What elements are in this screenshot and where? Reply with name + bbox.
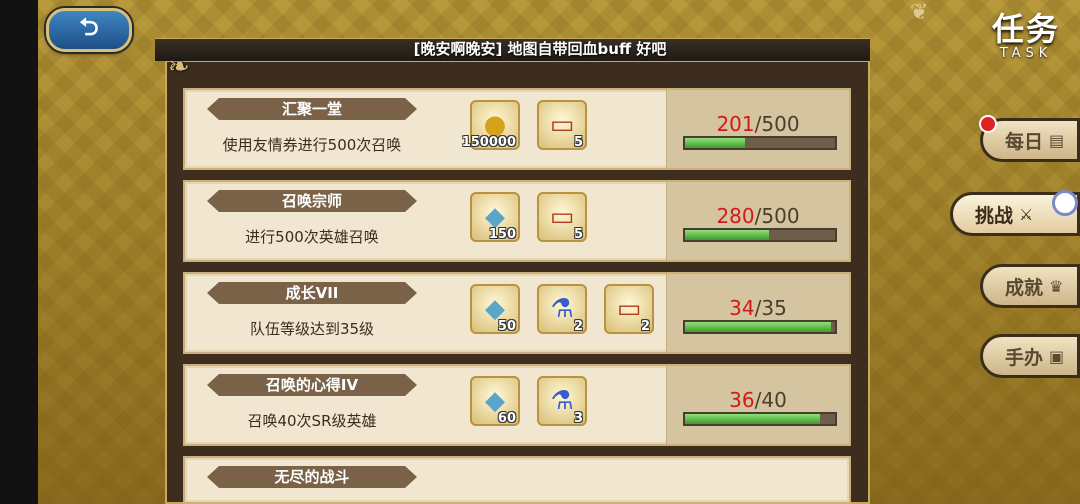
task-desc: 进行500次英雄召唤 <box>245 228 379 246</box>
reward-item[interactable]: ◆ 50 <box>470 284 520 334</box>
tab-label: 每日 <box>1005 130 1044 153</box>
tab-figure[interactable]: 手办 ▣ <box>980 334 1080 378</box>
reward-item[interactable]: ▭ 5 <box>537 192 587 242</box>
task-title: 汇聚一堂 <box>207 98 417 120</box>
progress-fill <box>685 230 769 240</box>
reward-qty: 5 <box>573 135 583 150</box>
potion-icon: ⚗ <box>550 386 574 416</box>
progress-fill <box>685 322 831 332</box>
reward-item[interactable]: ⚗ 3 <box>537 376 587 426</box>
task-card[interactable]: 召唤宗师 进行500次英雄召唤 ◆ 150 ▭ 5 280/500 <box>183 180 851 262</box>
progress-text: 280/500 <box>667 204 849 228</box>
card-icon: ▭ <box>616 294 642 324</box>
progress-text: 36/40 <box>667 388 849 412</box>
progress-current: 34 <box>729 296 755 320</box>
reward-qty: 150 <box>488 227 516 242</box>
progress-text: 34/35 <box>667 296 849 320</box>
progress-area: 280/500 <box>666 182 849 260</box>
progress-total: /40 <box>754 388 787 412</box>
progress-total: /500 <box>754 112 800 136</box>
task-desc: 使用友情券进行500次召唤 <box>222 136 402 154</box>
notification-badge <box>979 115 997 133</box>
broadcast-message: [晚安啊晚安] 地图自带回血buff 好吧 <box>413 40 667 58</box>
task-card[interactable]: 无尽的战斗 <box>183 456 851 504</box>
progress-area: 34/35 <box>666 274 849 352</box>
progress-current: 280 <box>716 204 755 228</box>
card-icon: ▭ <box>549 110 575 140</box>
reward-qty: 2 <box>573 319 583 334</box>
task-card[interactable]: 成长VII 队伍等级达到35级 ◆ 50 ⚗ 2 ▭ 2 34/35 <box>183 272 851 354</box>
figure-icon: ▣ <box>1049 346 1065 366</box>
tab-label: 手办 <box>1005 346 1044 369</box>
task-title: 召唤的心得IV <box>207 374 417 396</box>
reward-item[interactable]: ▭ 5 <box>537 100 587 150</box>
corner-ornament-icon: ❧ <box>168 52 190 82</box>
reward-qty: 60 <box>497 411 516 426</box>
tab-label: 挑战 <box>975 204 1014 227</box>
progress-total: /35 <box>754 296 787 320</box>
progress-bar <box>683 136 837 150</box>
tab-label: 成就 <box>1005 276 1044 299</box>
task-desc: 队伍等级达到35级 <box>249 320 375 338</box>
reward-qty: 50 <box>497 319 516 334</box>
progress-bar <box>683 412 837 426</box>
reward-qty: 150000 <box>461 135 516 150</box>
reward-qty: 5 <box>573 227 583 242</box>
crossed-swords-icon: ⚔ <box>1019 204 1034 224</box>
task-title: 成长VII <box>207 282 417 304</box>
card-icon: ▭ <box>549 202 575 232</box>
reward-item[interactable]: ◆ 150 <box>470 192 520 242</box>
progress-bar <box>683 320 837 334</box>
progress-current: 201 <box>716 112 755 136</box>
tab-achievement[interactable]: 成就 ♛ <box>980 264 1080 308</box>
calendar-icon: ▤ <box>1049 130 1065 150</box>
reward-qty: 2 <box>640 319 650 334</box>
task-card[interactable]: 汇聚一堂 使用友情券进行500次召唤 ● 150000 ▭ 5 201/500 <box>183 88 851 170</box>
trophy-icon: ♛ <box>1049 276 1064 296</box>
tab-daily[interactable]: 每日 ▤ <box>979 115 1080 162</box>
reward-item[interactable]: ▭ 2 <box>604 284 654 334</box>
progress-fill <box>685 138 746 148</box>
task-title: 召唤宗师 <box>207 190 417 212</box>
task-card[interactable]: 召唤的心得IV 召唤40次SR级英雄 ◆ 60 ⚗ 3 36/40 <box>183 364 851 446</box>
potion-icon: ⚗ <box>550 294 574 324</box>
progress-text: 201/500 <box>667 112 849 136</box>
progress-area: 36/40 <box>666 366 849 444</box>
reward-item[interactable]: ● 150000 <box>462 100 520 150</box>
progress-fill <box>685 414 820 424</box>
reward-item[interactable]: ◆ 60 <box>470 376 520 426</box>
reward-qty: 3 <box>573 411 583 426</box>
progress-bar <box>683 228 837 242</box>
progress-total: /500 <box>754 204 800 228</box>
floating-assist-button[interactable] <box>1052 190 1078 216</box>
left-screen-band <box>0 0 38 504</box>
progress-current: 36 <box>729 388 755 412</box>
task-desc: 召唤40次SR级英雄 <box>247 412 377 430</box>
reward-item[interactable]: ⚗ 2 <box>537 284 587 334</box>
task-title: 无尽的战斗 <box>207 466 417 488</box>
progress-area: 201/500 <box>666 90 849 168</box>
